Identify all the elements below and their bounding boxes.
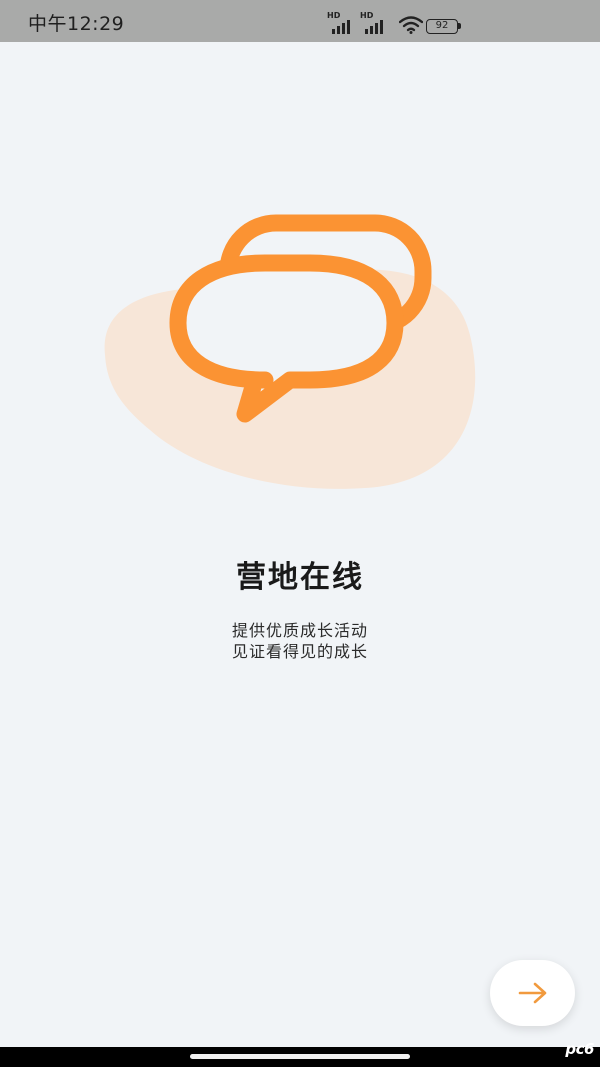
cellular-signal-icon: HD — [360, 12, 388, 34]
status-time: 中午12:29 — [28, 13, 125, 35]
battery-tip — [458, 23, 461, 29]
cellular-signal-icon: HD — [327, 12, 355, 34]
onboarding-title: 营地在线 — [236, 560, 364, 595]
chat-bubbles-illustration — [104, 214, 476, 489]
next-button[interactable] — [490, 960, 575, 1026]
hd-label: HD — [360, 11, 374, 20]
status-bar: 中午12:29 HD HD 92 — [0, 0, 600, 42]
arrow-right-icon — [518, 982, 546, 1004]
wifi-icon — [399, 16, 423, 34]
watermark-logo: pc6 — [565, 1040, 594, 1058]
hd-label: HD — [327, 11, 341, 20]
battery-icon: 92 — [426, 19, 458, 34]
home-indicator[interactable] — [190, 1054, 410, 1059]
onboarding-description-line-2: 见证看得见的成长 — [231, 642, 368, 661]
onboarding-screen: 中午12:29 HD HD 92 营地在线 提供优质成长活动 见证看得见的成长 — [0, 0, 600, 1067]
